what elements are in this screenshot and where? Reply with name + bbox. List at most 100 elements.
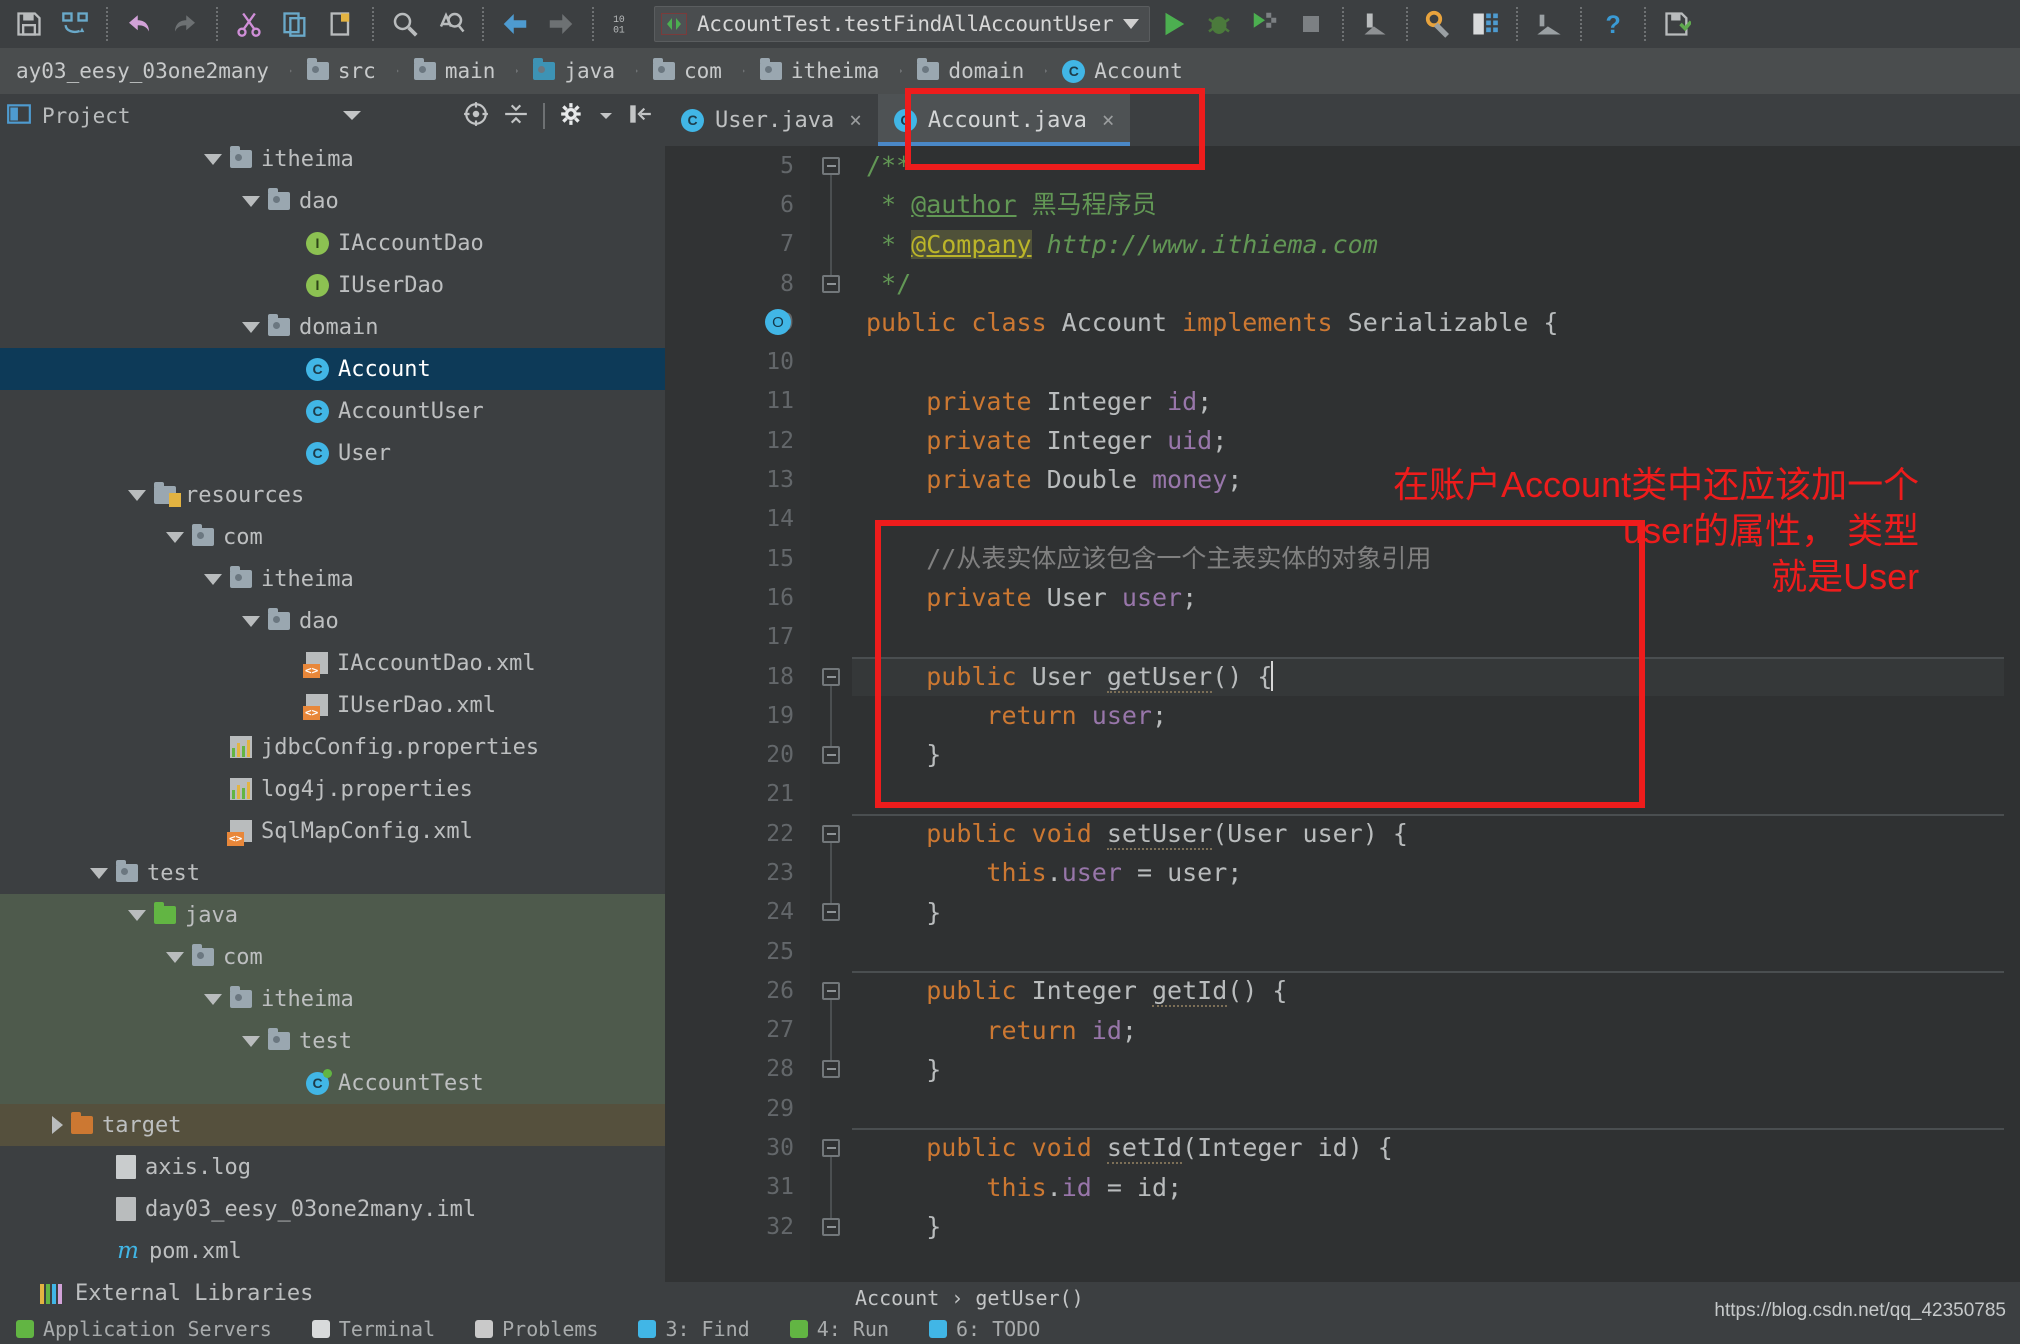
tree-node-iaccountdao[interactable]: IIAccountDao	[0, 222, 665, 264]
fold-region-line-26[interactable]	[810, 971, 852, 1010]
fold-region-line-19[interactable]	[810, 696, 852, 735]
tree-node-java[interactable]: java	[0, 894, 665, 936]
fold-collapse-icon[interactable]	[822, 746, 840, 764]
fold-region-line-5[interactable]	[810, 146, 852, 185]
code-line-28[interactable]: }	[852, 1050, 2020, 1089]
editor-breadcrumb-item-0[interactable]: Account	[855, 1286, 939, 1310]
expander-down-icon[interactable]	[204, 154, 222, 165]
editor-breadcrumb-item-1[interactable]: getUser()	[975, 1286, 1083, 1310]
code-line-8[interactable]: */	[852, 264, 2020, 303]
fold-region-line-28[interactable]	[810, 1050, 852, 1089]
save-all-icon[interactable]	[6, 2, 52, 46]
tree-node-domain[interactable]: domain	[0, 306, 665, 348]
tree-node-iuserdao[interactable]: IIUserDao	[0, 264, 665, 306]
tree-node-sqlmapconfig-xml[interactable]: SqlMapConfig.xml	[0, 810, 665, 852]
code-line-30[interactable]: public void setId(Integer id) {	[852, 1128, 2020, 1167]
editor-vertical-scrollbar[interactable]	[2004, 146, 2020, 1282]
code-line-23[interactable]: this.user = user;	[852, 853, 2020, 892]
fold-region-line-31[interactable]	[810, 1168, 852, 1207]
tree-node-log4j-properties[interactable]: log4j.properties	[0, 768, 665, 810]
gutter-line-30[interactable]: 30	[665, 1128, 810, 1167]
gutter-line-31[interactable]: 31	[665, 1168, 810, 1207]
code-line-12[interactable]: private Integer uid;	[852, 421, 2020, 460]
fold-collapse-icon[interactable]	[822, 668, 840, 686]
fold-region-line-30[interactable]	[810, 1128, 852, 1167]
update-app-icon[interactable]	[1352, 2, 1398, 46]
gutter-line-15[interactable]: 15	[665, 539, 810, 578]
tree-node-itheima[interactable]: itheima	[0, 138, 665, 180]
scroll-from-source-icon[interactable]	[463, 101, 489, 131]
help-icon[interactable]: ?	[1590, 2, 1636, 46]
gutter-line-7[interactable]: 7	[665, 225, 810, 264]
status-bar-item-problems[interactable]: Problems	[475, 1317, 598, 1341]
gutter-line-21[interactable]: 21	[665, 775, 810, 814]
expander-down-icon[interactable]	[90, 868, 108, 879]
status-bar-item-6-todo[interactable]: 6: TODO	[929, 1317, 1040, 1341]
fold-collapse-icon[interactable]	[822, 1060, 840, 1078]
tree-node-dao[interactable]: dao	[0, 180, 665, 222]
breadcrumb-item-itheima[interactable]: itheima	[744, 48, 902, 94]
chevron-down-icon[interactable]	[1123, 19, 1139, 29]
paste-icon[interactable]	[318, 2, 364, 46]
breadcrumb-item-main[interactable]: main	[398, 48, 518, 94]
fold-collapse-icon[interactable]	[822, 1139, 840, 1157]
tree-node-com[interactable]: com	[0, 936, 665, 978]
gutter-line-29[interactable]: 29	[665, 1089, 810, 1128]
code-line-31[interactable]: this.id = id;	[852, 1168, 2020, 1207]
back-icon[interactable]	[492, 2, 538, 46]
tree-node-iuserdao-xml[interactable]: IUserDao.xml	[0, 684, 665, 726]
settings-icon[interactable]	[1416, 2, 1462, 46]
redo-icon[interactable]	[162, 2, 208, 46]
status-bar-item-terminal[interactable]: Terminal	[312, 1317, 435, 1341]
code-line-21[interactable]	[852, 775, 2020, 814]
chevron-down-icon[interactable]	[599, 107, 613, 126]
hide-panel-icon[interactable]	[627, 101, 653, 131]
fold-region-line-22[interactable]	[810, 814, 852, 853]
tree-node-jdbcconfig-properties[interactable]: jdbcConfig.properties	[0, 726, 665, 768]
code-line-29[interactable]	[852, 1089, 2020, 1128]
fold-region-line-7[interactable]	[810, 225, 852, 264]
code-line-19[interactable]: return user;	[852, 696, 2020, 735]
expander-down-icon[interactable]	[128, 490, 146, 501]
stop-icon[interactable]	[1288, 2, 1334, 46]
project-tree[interactable]: itheimadaoIIAccountDaoIIUserDaodomainCAc…	[0, 138, 665, 1306]
fold-region-line-8[interactable]	[810, 264, 852, 303]
tree-node-accountuser[interactable]: CAccountUser	[0, 390, 665, 432]
code-line-25[interactable]	[852, 932, 2020, 971]
gutter-line-11[interactable]: 11	[665, 382, 810, 421]
tree-node-pom-xml[interactable]: mpom.xml	[0, 1230, 665, 1272]
copy-icon[interactable]	[272, 2, 318, 46]
code-line-24[interactable]: }	[852, 893, 2020, 932]
override-impl-icon[interactable]: O	[765, 309, 791, 335]
expander-down-icon[interactable]	[242, 1036, 260, 1047]
fold-region-line-6[interactable]	[810, 185, 852, 224]
fold-region-line-27[interactable]	[810, 1011, 852, 1050]
breadcrumb-item-src[interactable]: src	[291, 48, 398, 94]
gutter-line-19[interactable]: 19	[665, 696, 810, 735]
forward-icon[interactable]	[538, 2, 584, 46]
tree-node-com[interactable]: com	[0, 516, 665, 558]
fold-region-line-20[interactable]	[810, 735, 852, 774]
expander-right-icon[interactable]	[52, 1116, 63, 1134]
gutter-line-14[interactable]: 14	[665, 500, 810, 539]
tree-node-dao[interactable]: dao	[0, 600, 665, 642]
code-line-11[interactable]: private Integer id;	[852, 382, 2020, 421]
gutter-line-25[interactable]: 25	[665, 932, 810, 971]
gutter-line-28[interactable]: 28	[665, 1050, 810, 1089]
code-line-18[interactable]: public User getUser() {	[852, 657, 2020, 696]
gutter-line-20[interactable]: 20	[665, 735, 810, 774]
fold-collapse-icon[interactable]	[822, 157, 840, 175]
fold-collapse-icon[interactable]	[822, 982, 840, 1000]
tree-node-iaccountdao-xml[interactable]: IAccountDao.xml	[0, 642, 665, 684]
close-icon[interactable]: ×	[1102, 108, 1115, 132]
code-line-27[interactable]: return id;	[852, 1011, 2020, 1050]
expander-down-icon[interactable]	[242, 322, 260, 333]
status-bar-item-application-servers[interactable]: Application Servers	[16, 1317, 272, 1341]
expander-down-icon[interactable]	[166, 952, 184, 963]
code-line-26[interactable]: public Integer getId() {	[852, 971, 2020, 1010]
breadcrumb-item-account[interactable]: CAccount	[1046, 48, 1205, 94]
code-line-32[interactable]: }	[852, 1207, 2020, 1246]
gutter-line-12[interactable]: 12	[665, 421, 810, 460]
editor-code-area[interactable]: /** * @author 黑马程序员 * @Company http://ww…	[852, 146, 2020, 1282]
tree-node-resources[interactable]: resources	[0, 474, 665, 516]
